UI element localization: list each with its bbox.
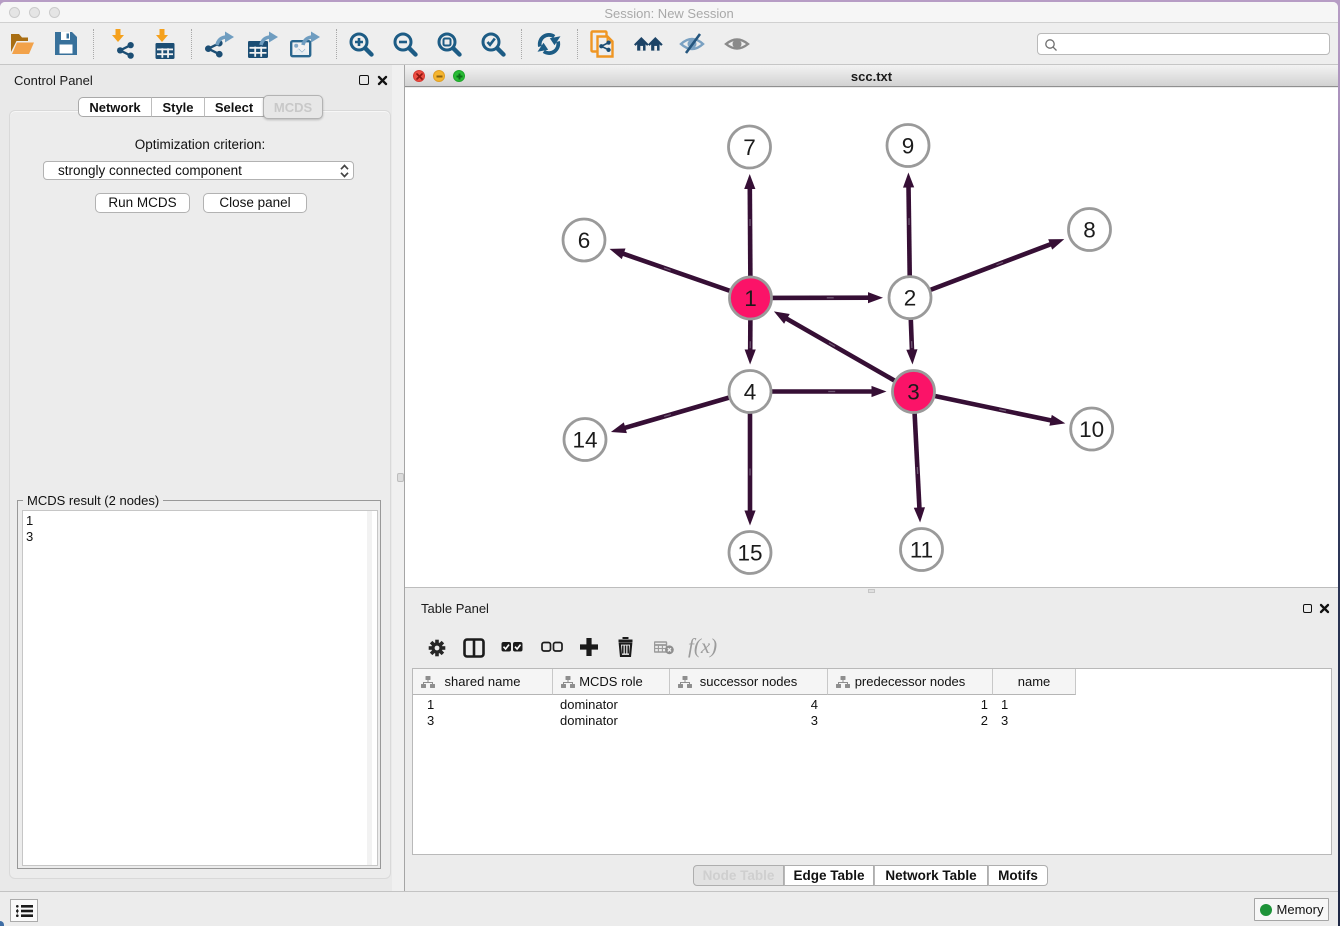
svg-text:8: 8 xyxy=(1083,218,1096,243)
svg-text:1: 1 xyxy=(744,286,757,311)
svg-text:15: 15 xyxy=(737,541,762,566)
svg-text:6: 6 xyxy=(578,228,591,253)
svg-text:3: 3 xyxy=(907,380,920,405)
svg-text:10: 10 xyxy=(1079,417,1104,442)
svg-text:4: 4 xyxy=(744,380,757,405)
svg-text:9: 9 xyxy=(902,134,915,159)
svg-text:7: 7 xyxy=(743,135,756,160)
svg-text:2: 2 xyxy=(904,286,917,311)
svg-text:14: 14 xyxy=(572,428,597,453)
svg-text:11: 11 xyxy=(910,538,933,563)
